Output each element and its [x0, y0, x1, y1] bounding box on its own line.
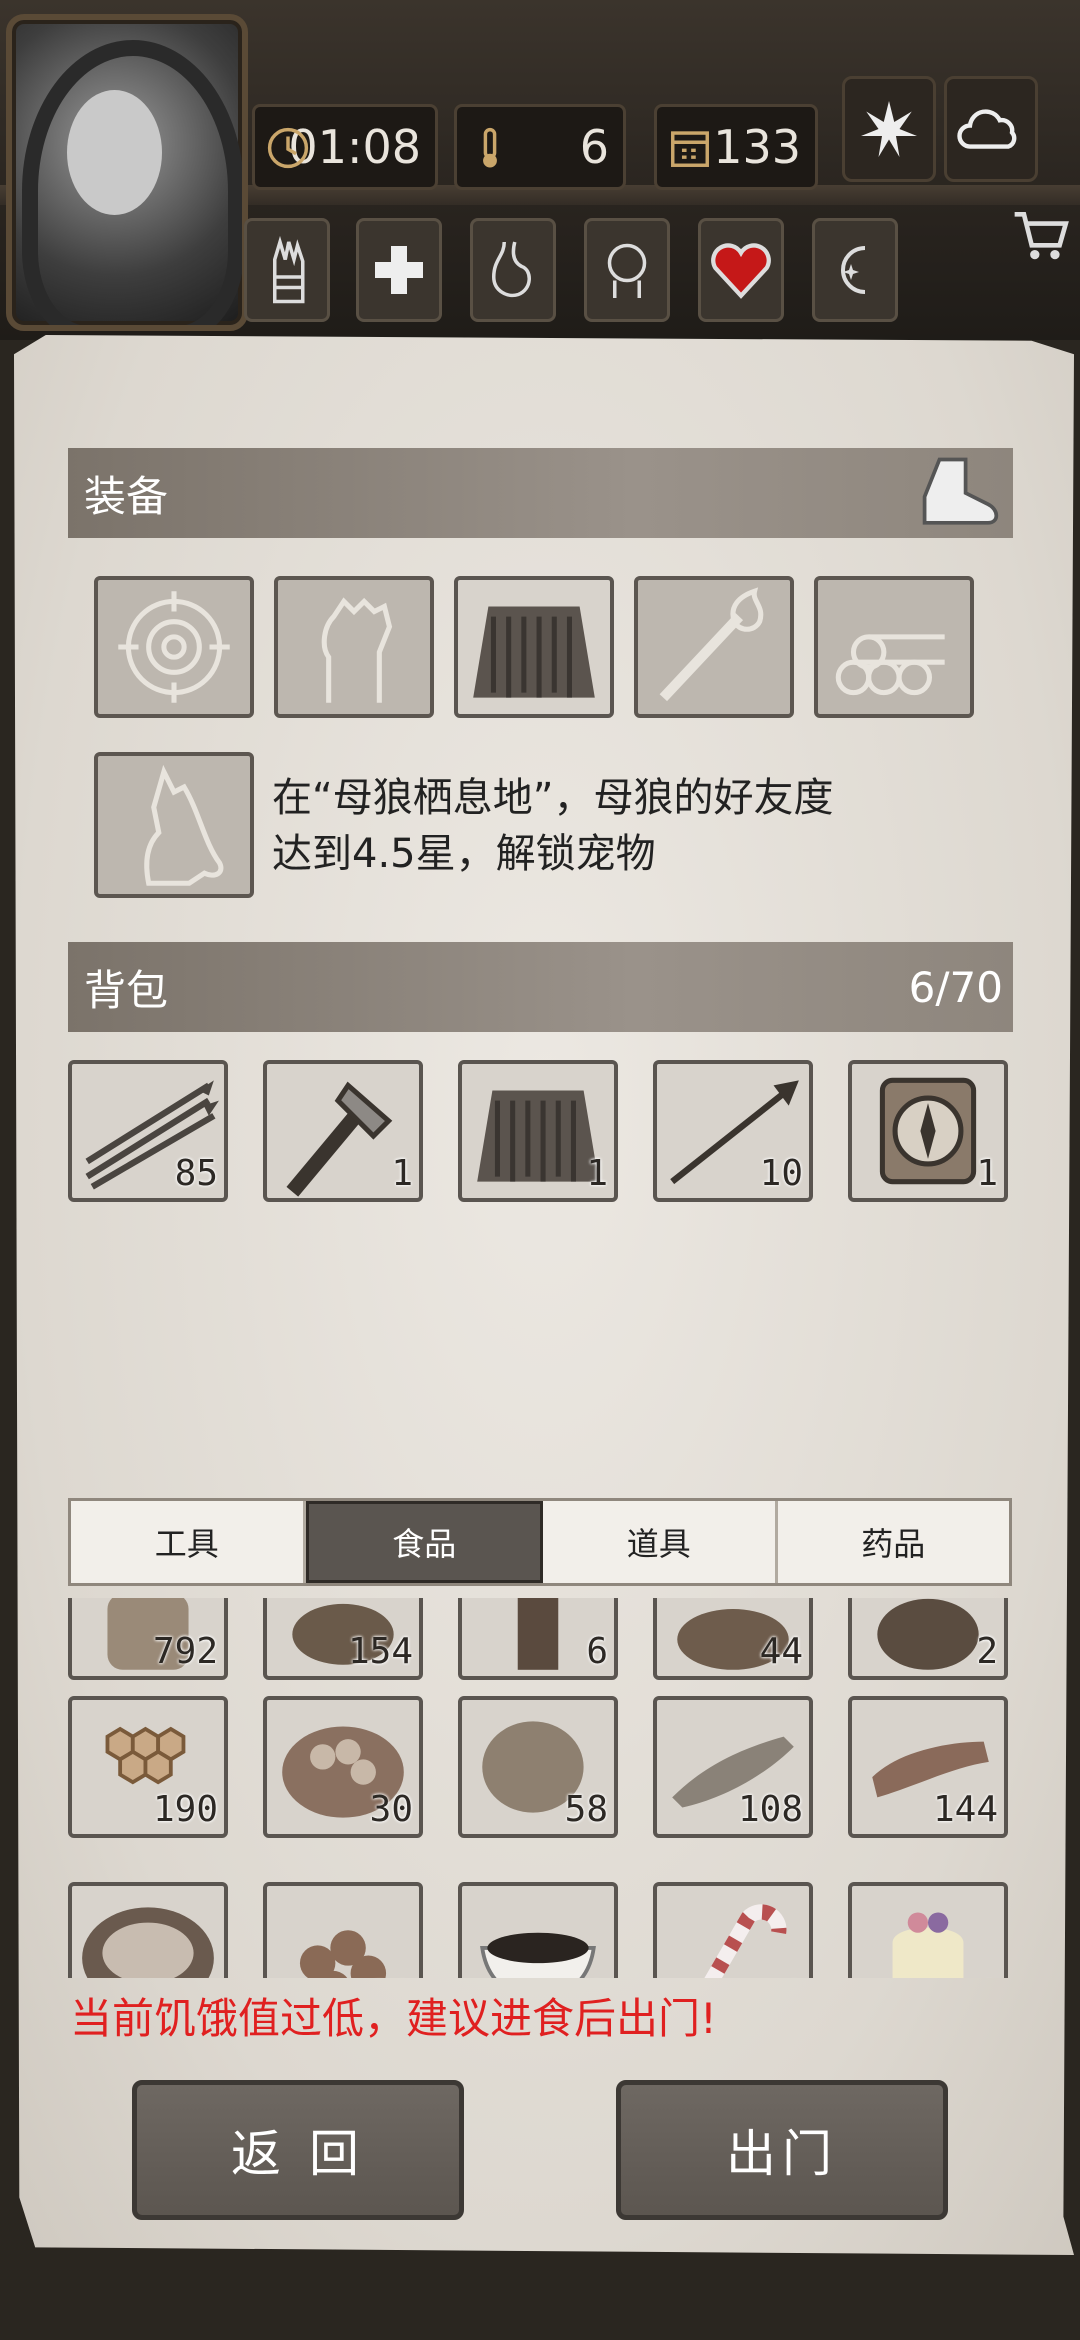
food-item[interactable]: 6: [458, 1598, 618, 1680]
backpack-item-compass[interactable]: 1: [848, 1060, 1008, 1202]
food-item-meat-strip[interactable]: 144: [848, 1696, 1008, 1838]
food-item[interactable]: 2: [848, 1598, 1008, 1680]
day-value: 133: [713, 120, 801, 174]
hunger-status[interactable]: [470, 218, 556, 322]
berry-bowl-icon: [480, 1932, 596, 1978]
stomach-icon: [491, 241, 531, 298]
cloud-icon: [957, 109, 1017, 149]
item-count: 9: [586, 1975, 608, 1978]
backpack-item-hatchet[interactable]: 1: [263, 1060, 423, 1202]
backpack-header: 背包 6/70: [68, 942, 1013, 1032]
food-item-jelly-cake[interactable]: 16: [848, 1882, 1008, 1978]
back-button[interactable]: 返 回: [132, 2080, 464, 2220]
heart-status[interactable]: [698, 218, 784, 322]
fist-icon: [321, 597, 393, 703]
pet-slot[interactable]: [94, 752, 254, 898]
food-item-candy-cane[interactable]: 16: [653, 1882, 813, 1978]
item-count: 144: [932, 1789, 998, 1830]
hunger-warning: 当前饥饿值过低，建议进食后出门!: [70, 1994, 717, 2043]
food-item-meatballs[interactable]: 30: [263, 1882, 423, 1978]
go-out-button[interactable]: 出门: [616, 2080, 948, 2220]
food-item[interactable]: 44: [653, 1598, 813, 1680]
moon-star-icon: [841, 246, 866, 294]
item-count: 85: [174, 1153, 218, 1194]
season-button[interactable]: [842, 76, 936, 182]
food-item[interactable]: 154: [263, 1598, 423, 1680]
thermometer-icon: [483, 127, 497, 168]
heart-icon: [711, 243, 771, 299]
equip-slot-material[interactable]: [814, 576, 974, 718]
item-count: 16: [955, 1975, 998, 1978]
item-count: 30: [369, 1789, 413, 1830]
character-portrait[interactable]: [6, 14, 248, 331]
health-cross-icon: [375, 246, 423, 294]
backpack-item-arrows[interactable]: 85: [68, 1060, 228, 1202]
backpack-item-arrow[interactable]: 10: [653, 1060, 813, 1202]
item-count: 41: [175, 1975, 218, 1978]
time-display: 01:08: [252, 104, 438, 190]
logs-icon: [835, 634, 945, 696]
clock-icon: [267, 127, 309, 169]
item-count: 1: [391, 1153, 413, 1194]
item-count: 30: [370, 1975, 413, 1978]
equip-slot-melee[interactable]: [274, 576, 434, 718]
temperature-display: 6: [454, 104, 626, 190]
item-count: 6: [586, 1631, 608, 1672]
item-count: 58: [564, 1789, 608, 1830]
target-icon: [118, 591, 230, 703]
item-count: 16: [760, 1975, 803, 1978]
weather-button[interactable]: [944, 76, 1038, 182]
torch-icon: [659, 587, 764, 702]
tab-props[interactable]: 道具: [543, 1501, 778, 1583]
backpack-title: 背包: [84, 965, 169, 1015]
leaf-icon: [861, 101, 917, 157]
food-item-berry-bowl[interactable]: 9: [458, 1882, 618, 1978]
calendar-icon: [671, 131, 709, 167]
item-count: 2: [976, 1631, 998, 1672]
tab-food[interactable]: 食品: [305, 1501, 543, 1583]
food-item[interactable]: 792: [68, 1598, 228, 1680]
shop-cart-icon[interactable]: [1010, 205, 1072, 267]
tab-medicine[interactable]: 药品: [777, 1501, 1009, 1583]
noodle-bowl-icon: [82, 1907, 214, 1978]
item-count: 10: [759, 1153, 803, 1194]
wolf-icon: [144, 764, 224, 886]
meatballs-icon: [299, 1930, 387, 1978]
temperature-value: 6: [579, 120, 609, 174]
jelly-cake-icon: [892, 1912, 964, 1978]
pet-unlock-hint: 在“母狼栖息地”，母狼的好友度 达到4.5星，解锁宠物: [272, 775, 834, 877]
tab-tools[interactable]: 工具: [71, 1501, 306, 1583]
category-tabs: 工具 食品 道具 药品: [68, 1498, 1012, 1586]
health-status[interactable]: [356, 218, 442, 322]
item-count: 1: [976, 1153, 998, 1194]
candy-cane-icon: [704, 1904, 787, 1978]
equipment-header: 装备: [68, 448, 1013, 538]
equip-slot-ranged[interactable]: [94, 576, 254, 718]
equip-slot-light[interactable]: [634, 576, 794, 718]
food-item-potato[interactable]: 58: [458, 1696, 618, 1838]
food-grid: 792 154 6 44 2 190 30 58 108 144 41: [0, 1598, 1080, 1978]
backpack-item-grass-skirt[interactable]: 1: [458, 1060, 618, 1202]
food-item-noodle-bowl[interactable]: 41: [68, 1882, 228, 1978]
sanity-status[interactable]: [584, 218, 670, 322]
sleep-status[interactable]: [812, 218, 898, 322]
food-item-mushroom-bowl[interactable]: 30: [263, 1696, 423, 1838]
bandaged-hand-status[interactable]: [244, 218, 330, 322]
item-count: 792: [152, 1631, 218, 1672]
day-display: 133: [654, 104, 818, 190]
item-count: 1: [586, 1153, 608, 1194]
item-count: 154: [347, 1631, 413, 1672]
grass-skirt-icon: [473, 606, 595, 698]
backpack-capacity: 6/70: [908, 962, 1003, 1012]
equip-slot-clothing[interactable]: [454, 576, 614, 718]
item-count: 108: [737, 1789, 803, 1830]
boot-icon[interactable]: [913, 452, 1007, 534]
bandaged-hand-icon: [273, 235, 305, 304]
item-count: 44: [759, 1631, 803, 1672]
head-icon: [607, 243, 647, 298]
equipment-title: 装备: [84, 471, 169, 521]
item-count: 190: [152, 1789, 218, 1830]
food-item-dried-fish[interactable]: 108: [653, 1696, 813, 1838]
food-item-honeycomb[interactable]: 190: [68, 1696, 228, 1838]
